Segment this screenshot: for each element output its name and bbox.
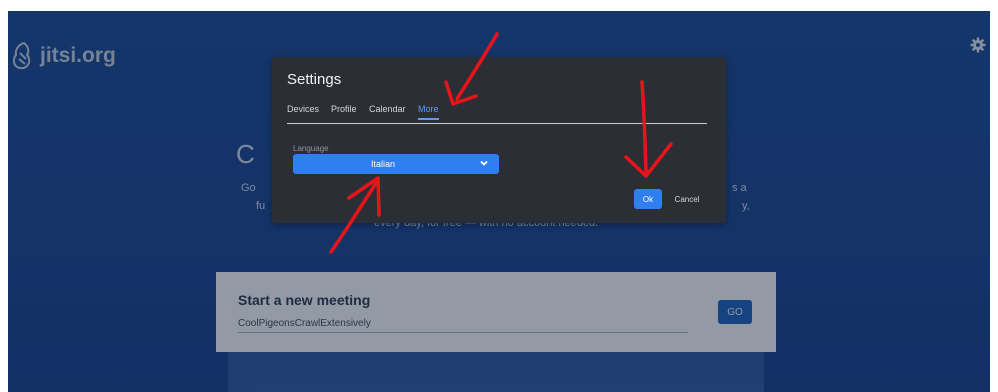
chevron-down-icon [480,160,488,166]
settings-tabs: Devices Profile Calendar More [287,99,707,124]
language-value: Italian [370,159,396,169]
tab-calendar[interactable]: Calendar [369,104,406,114]
ok-button[interactable]: Ok [634,189,662,209]
cancel-button[interactable]: Cancel [667,189,707,209]
settings-title: Settings [287,71,342,88]
tab-more[interactable]: More [418,104,439,120]
language-label: Language [293,144,329,153]
jitsi-welcome-page: jitsi.org C l Go s a fu y, every day, fo… [8,11,990,392]
language-select[interactable]: Italian [293,154,499,174]
tab-profile[interactable]: Profile [331,104,357,114]
settings-dialog: Settings Devices Profile Calendar More L… [272,57,726,223]
tab-devices[interactable]: Devices [287,104,319,114]
